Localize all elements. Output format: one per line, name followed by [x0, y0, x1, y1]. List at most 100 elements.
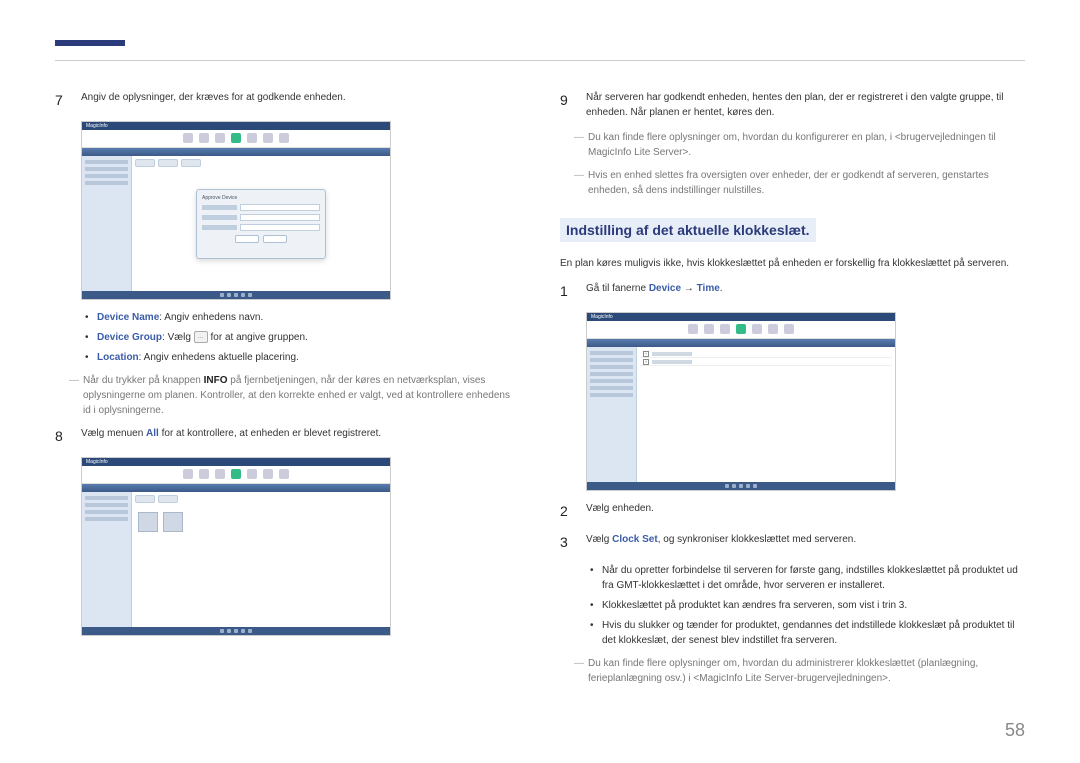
ss-logo: MagicInfo — [591, 314, 613, 320]
ss-dlg-label — [202, 215, 237, 220]
ss-small-button — [135, 495, 155, 503]
ss-side-item — [85, 496, 128, 500]
ss-thumb — [138, 512, 158, 532]
ss-topbar: MagicInfo — [587, 313, 895, 321]
ss-tree-label — [652, 360, 692, 364]
info-label: INFO — [204, 375, 228, 386]
bullet-list-1: Device Name: Angiv enhedens navn. Device… — [85, 310, 520, 365]
ss-side-item — [590, 386, 633, 390]
ss-nav-icon — [720, 324, 730, 334]
ss-nav-icon — [247, 133, 257, 143]
ss-side-item — [590, 393, 633, 397]
step-9: 9 Når serveren har godkendt enheden, hen… — [560, 90, 1025, 120]
ss-dialog-buttons — [202, 235, 320, 243]
step-7: 7 Angiv de oplysninger, der kræves for a… — [55, 90, 520, 111]
header-divider — [55, 60, 1025, 61]
ss-logo: MagicInfo — [86, 459, 108, 465]
step-number: 3 — [560, 532, 574, 553]
note-clock-admin: Du kan finde flere oplysninger om, hvord… — [560, 656, 1025, 686]
ss-foot-dot — [732, 484, 736, 488]
ss-nav-icon — [199, 469, 209, 479]
ss-nav-icon — [215, 469, 225, 479]
ss-side-item — [85, 167, 128, 171]
bullet-change: Klokkeslættet på produktet kan ændres fr… — [590, 598, 1025, 613]
ss-nav-icon — [279, 469, 289, 479]
paragraph-clock-intro: En plan køres muligvis ikke, hvis klokke… — [560, 256, 1025, 271]
ss-sidebar — [82, 156, 132, 291]
text: Gå til fanerne — [586, 283, 649, 294]
ss-dlg-ok — [235, 235, 259, 243]
ss-nav-icon — [263, 469, 273, 479]
all-label: All — [146, 428, 159, 439]
step-text: Vælg enheden. — [586, 501, 1025, 522]
ss-tabbar — [82, 148, 390, 156]
text: Vælg menuen — [81, 428, 146, 439]
ss-nav-icon — [231, 469, 241, 479]
ss-footer — [82, 627, 390, 635]
ss-side-item — [85, 181, 128, 185]
bullet-label: Location — [97, 352, 139, 363]
note-text: Når du trykker på knappen — [83, 375, 204, 386]
time-label: Time — [697, 283, 720, 294]
ss-side-item — [590, 365, 633, 369]
bullet-text: : Vælg — [162, 332, 191, 343]
ss-topbar: MagicInfo — [82, 458, 390, 466]
two-column-layout: 7 Angiv de oplysninger, der kræves for a… — [55, 90, 1025, 694]
ss-dialog-row — [202, 204, 320, 211]
ss-dlg-input — [240, 204, 320, 211]
ss-iconbar — [82, 130, 390, 148]
ss-foot-dot — [739, 484, 743, 488]
bullet-text: : Angiv enhedens navn. — [159, 312, 263, 323]
ss-body — [82, 492, 390, 627]
ellipsis-icon: ... — [194, 331, 208, 343]
left-column: 7 Angiv de oplysninger, der kræves for a… — [55, 90, 520, 694]
ss-foot-dot — [234, 629, 238, 633]
ss-tabbar — [82, 484, 390, 492]
ss-side-item — [590, 351, 633, 355]
bullet-gmt: Når du opretter forbindelse til serveren… — [590, 563, 1025, 593]
ss-dlg-label — [202, 225, 237, 230]
ss-foot-dot — [746, 484, 750, 488]
ss-nav-icon — [688, 324, 698, 334]
screenshot-device-time: MagicInfo — [586, 312, 896, 491]
ss-small-button — [181, 159, 201, 167]
step-number: 9 — [560, 90, 574, 120]
note-text: Hvis en enhed slettes fra oversigten ove… — [588, 170, 989, 196]
screenshot-approve-device: MagicInfo — [81, 121, 391, 300]
ss-sidebar — [82, 492, 132, 627]
ss-main: Approve Device — [132, 156, 390, 291]
step-text: Når serveren har godkendt enheden, hente… — [586, 90, 1025, 120]
note-device-delete: Hvis en enhed slettes fra oversigten ove… — [560, 168, 1025, 198]
step-text: Gå til fanerne Device → Time. — [586, 281, 1025, 302]
screenshot-all-devices: MagicInfo — [81, 457, 391, 636]
ss-side-item — [85, 160, 128, 164]
ss-foot-dot — [227, 629, 231, 633]
ss-tabbar — [587, 339, 895, 347]
ss-foot-dot — [248, 629, 252, 633]
ss-iconbar — [82, 466, 390, 484]
ss-small-button — [158, 495, 178, 503]
ss-thumb-grid — [132, 506, 390, 538]
ss-side-item — [85, 174, 128, 178]
ss-nav-icon — [279, 133, 289, 143]
step-number: 1 — [560, 281, 574, 302]
text: , og synkroniser klokkeslættet med serve… — [658, 534, 856, 545]
ss-thumb — [163, 512, 183, 532]
note-plan-config: Du kan finde flere oplysninger om, hvord… — [560, 130, 1025, 160]
ss-foot-dot — [234, 293, 238, 297]
bullet-label: Device Name — [97, 312, 159, 323]
ss-foot-dot — [241, 629, 245, 633]
ss-nav-icon — [263, 133, 273, 143]
ss-iconbar — [587, 321, 895, 339]
ss-nav-icon — [231, 133, 241, 143]
ss-dlg-input — [240, 224, 320, 231]
bullet-label: Device Group — [97, 332, 162, 343]
ss-footer — [587, 482, 895, 490]
expand-icon: + — [643, 359, 649, 365]
bullet-power: Hvis du slukker og tænder for produktet,… — [590, 618, 1025, 648]
clock-set-label: Clock Set — [612, 534, 658, 545]
ss-dialog-row — [202, 214, 320, 221]
ss-side-item — [85, 503, 128, 507]
ss-foot-dot — [241, 293, 245, 297]
ss-nav-icon — [704, 324, 714, 334]
